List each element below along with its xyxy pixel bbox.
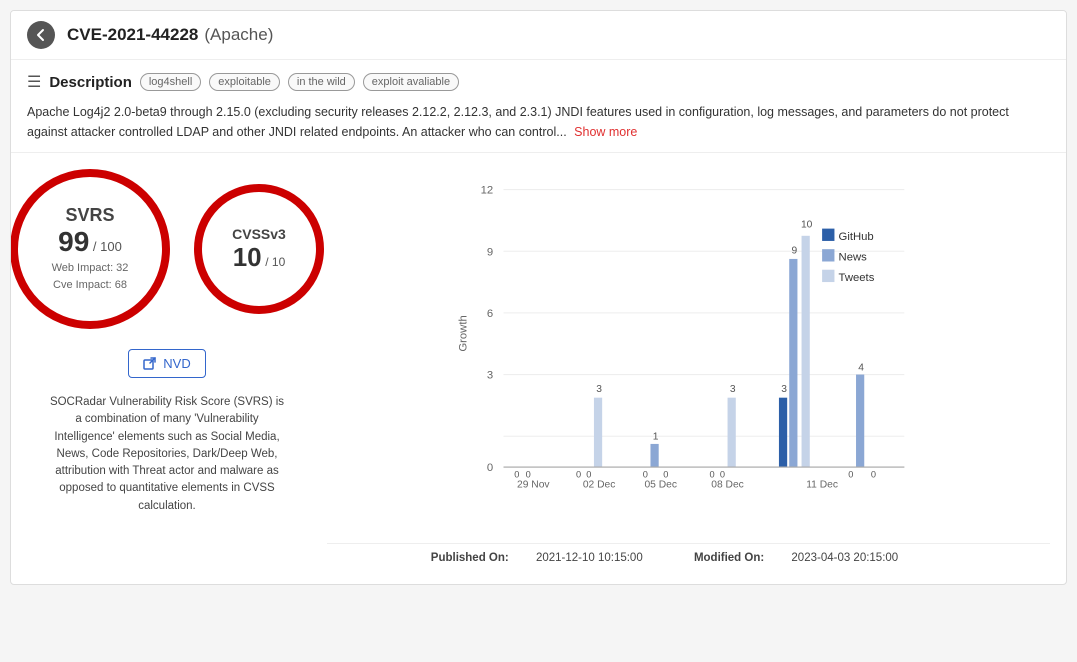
left-panel: SVRS 99 / 100 Web Impact: 32 Cve Impact:… — [27, 169, 307, 568]
tag-exploitable[interactable]: exploitable — [209, 73, 280, 91]
svg-text:9: 9 — [487, 246, 493, 258]
main-container: CVE-2021-44228 (Apache) ☰ Description lo… — [10, 10, 1067, 585]
cvss-gauge: CVSSv3 10 / 10 — [194, 184, 324, 314]
cvss-score: 10 — [233, 242, 262, 272]
svrs-web-impact: Web Impact: 32 Cve Impact: 68 — [52, 260, 129, 293]
svg-text:08 Dec: 08 Dec — [711, 480, 744, 491]
svg-text:6: 6 — [487, 308, 493, 320]
svg-text:0: 0 — [871, 469, 876, 479]
svg-text:Tweets: Tweets — [839, 272, 875, 284]
svg-text:0: 0 — [710, 469, 715, 479]
svg-text:0: 0 — [586, 469, 591, 479]
cve-source: (Apache) — [204, 25, 273, 45]
svg-text:3: 3 — [730, 384, 736, 395]
svrs-gauge: SVRS 99 / 100 Web Impact: 32 Cve Impact:… — [10, 169, 170, 329]
svg-text:3: 3 — [487, 370, 493, 382]
tag-inthewild[interactable]: in the wild — [288, 73, 355, 91]
svg-text:News: News — [839, 251, 868, 263]
growth-chart: 12 9 6 3 0 Growth 0 0 — [327, 169, 1050, 539]
right-panel: 12 9 6 3 0 Growth 0 0 — [327, 169, 1050, 568]
header: CVE-2021-44228 (Apache) — [11, 11, 1066, 60]
nvd-button[interactable]: NVD — [128, 349, 205, 378]
svg-text:0: 0 — [848, 469, 853, 479]
svg-text:GitHub: GitHub — [839, 231, 874, 243]
description-header: ☰ Description log4shell exploitable in t… — [27, 72, 1050, 92]
svg-text:0: 0 — [576, 469, 581, 479]
show-more-button[interactable]: Show more — [574, 125, 637, 139]
cvss-denom: / 10 — [265, 255, 285, 269]
description-text: Apache Log4j2 2.0-beta9 through 2.15.0 (… — [27, 102, 1050, 142]
svrs-description: SOCRadar Vulnerability Risk Score (SVRS)… — [47, 394, 287, 515]
svg-text:0: 0 — [663, 469, 668, 479]
svg-text:3: 3 — [781, 384, 787, 395]
description-section: ☰ Description log4shell exploitable in t… — [11, 60, 1066, 153]
cvss-label: CVSSv3 — [232, 226, 286, 242]
svg-text:0: 0 — [514, 469, 519, 479]
nvd-label: NVD — [163, 356, 190, 371]
cve-id: CVE-2021-44228 — [67, 25, 198, 45]
svg-text:29 Nov: 29 Nov — [517, 480, 550, 491]
svg-text:0: 0 — [487, 462, 493, 474]
svg-text:0: 0 — [526, 469, 531, 479]
svg-text:Growth: Growth — [458, 315, 470, 351]
gauges-row: SVRS 99 / 100 Web Impact: 32 Cve Impact:… — [10, 169, 324, 329]
footer-dates: Published On: 2021-12-10 10:15:00 Modifi… — [327, 543, 1050, 568]
modified-on: Modified On: 2023-04-03 20:15:00 — [694, 552, 922, 564]
svg-text:4: 4 — [858, 362, 864, 373]
svg-text:0: 0 — [720, 469, 725, 479]
tag-log4shell[interactable]: log4shell — [140, 73, 201, 91]
svg-text:1: 1 — [653, 431, 659, 442]
back-button[interactable] — [27, 21, 55, 49]
published-on: Published On: 2021-12-10 10:15:00 — [431, 552, 670, 564]
svrs-score: 99 — [58, 226, 89, 257]
svg-text:05 Dec: 05 Dec — [644, 480, 677, 491]
svg-text:0: 0 — [643, 469, 648, 479]
svg-text:10: 10 — [801, 220, 813, 231]
description-icon: ☰ — [27, 72, 41, 92]
svg-text:12: 12 — [481, 185, 494, 197]
svg-text:3: 3 — [596, 384, 602, 395]
svg-text:02 Dec: 02 Dec — [583, 480, 616, 491]
svrs-denom: / 100 — [93, 239, 122, 254]
svg-text:9: 9 — [792, 245, 798, 256]
description-title: Description — [49, 74, 132, 91]
svg-text:11 Dec: 11 Dec — [806, 480, 838, 491]
tag-exploit-available[interactable]: exploit avaliable — [363, 73, 459, 91]
svrs-label: SVRS — [65, 205, 114, 226]
chart-container: 12 9 6 3 0 Growth 0 0 — [327, 169, 1050, 539]
main-content: SVRS 99 / 100 Web Impact: 32 Cve Impact:… — [11, 153, 1066, 584]
